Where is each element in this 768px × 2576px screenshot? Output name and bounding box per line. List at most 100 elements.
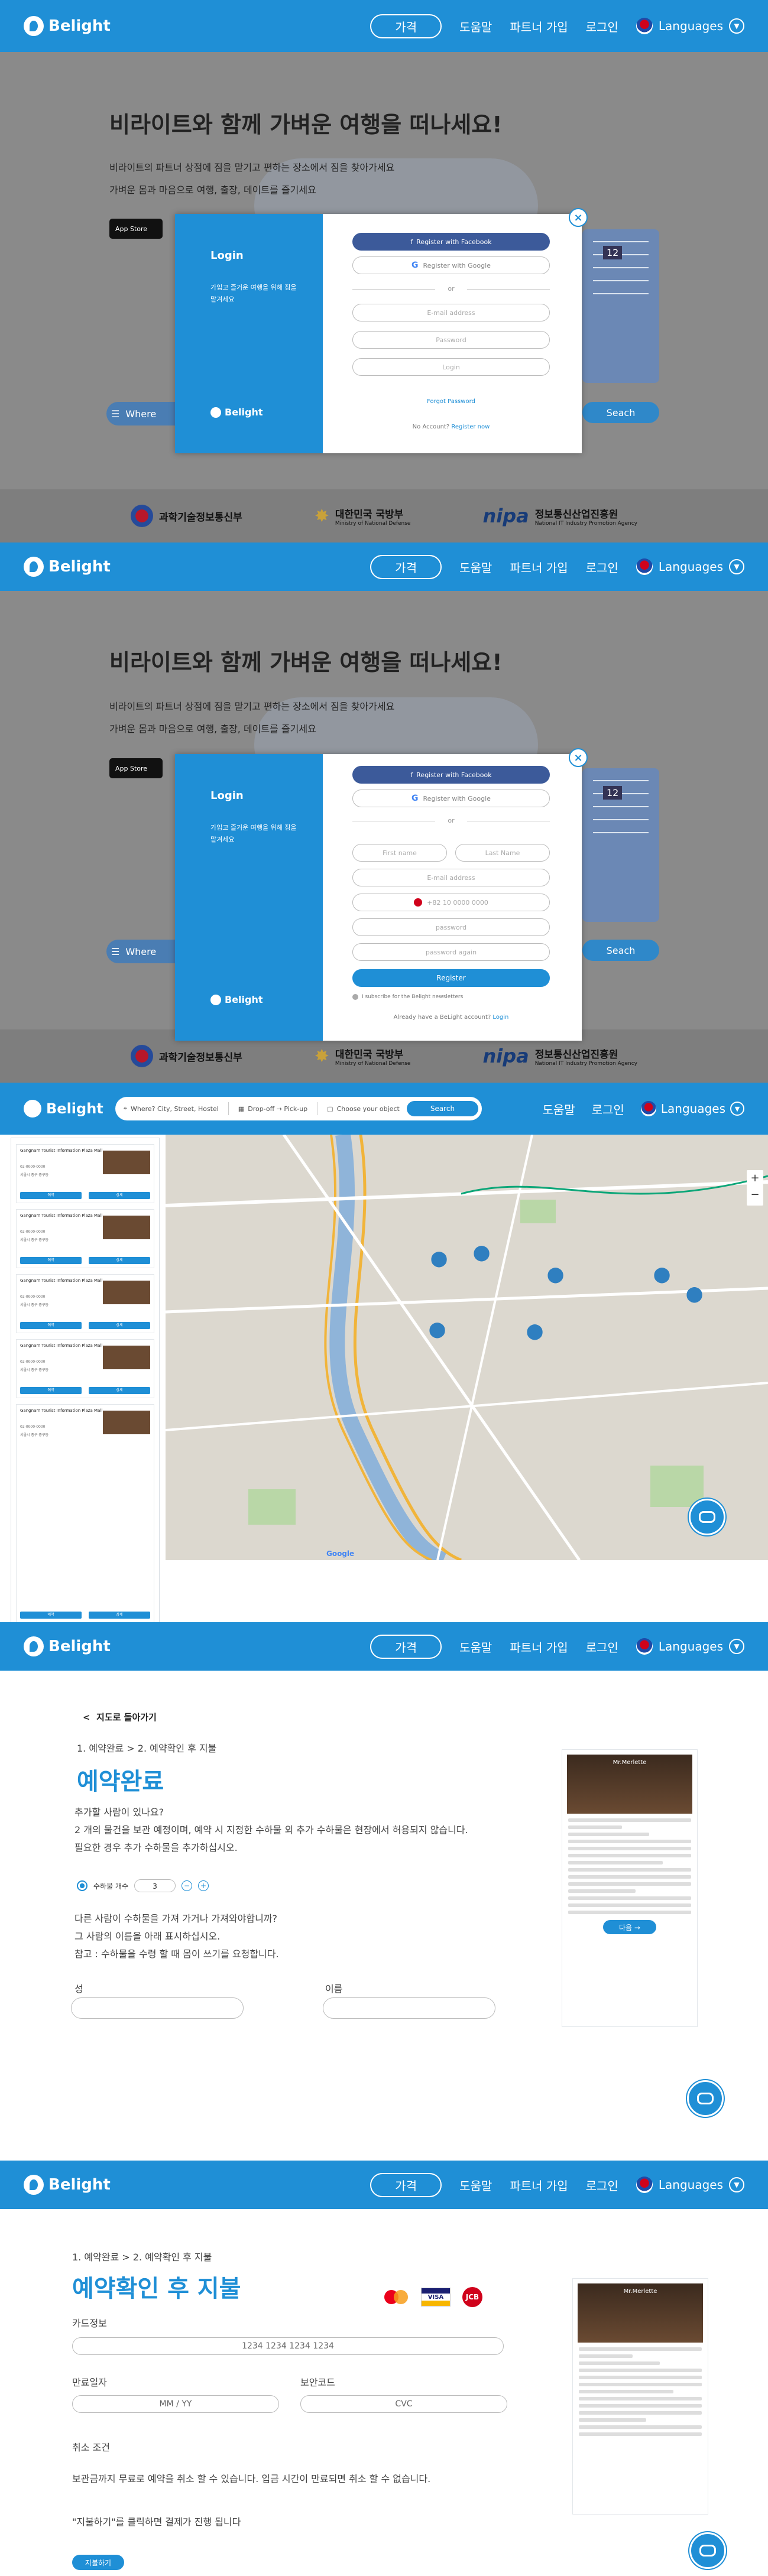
list-item[interactable]: Gangnam Tourist Information Plaza Mall 02… [16,1209,154,1268]
map-marker-icon[interactable]: ⬤ [429,1321,446,1339]
app-store-badge[interactable]: App Store [109,758,163,778]
list-item-expanded[interactable]: Gangnam Tourist Information Plaza Mall 02… [16,1404,154,1623]
brand-logo[interactable]: Belight [24,1636,142,1656]
cvc-input[interactable]: CVC [300,2395,507,2413]
password-field[interactable]: password [352,918,550,936]
card-number-input[interactable]: 1234 1234 1234 1234 [72,2337,504,2355]
map-marker-icon[interactable]: ⬤ [653,1266,670,1284]
map-marker-icon[interactable]: ⬤ [547,1266,564,1284]
object-select[interactable]: Choose your object [337,1105,400,1113]
nav-login[interactable]: 로그인 [592,1100,624,1118]
nav-help[interactable]: 도움말 [459,2177,492,2194]
nav-help[interactable]: 도움말 [459,558,492,576]
hero-search-button[interactable]: Seach [582,940,659,961]
register-button[interactable]: Register [352,969,550,987]
nav-login[interactable]: 로그인 [586,558,618,576]
brand-logo[interactable]: Belight [24,557,142,577]
reserve-button[interactable]: 예약 [20,1322,82,1329]
language-selector[interactable]: Languages ▼ [636,558,744,575]
map-marker-icon[interactable]: ⬤ [473,1244,490,1262]
last-name-field[interactable]: Last Name [455,844,550,862]
facebook-register-button[interactable]: f Register with Facebook [352,766,550,784]
list-item-address: 서울시 종구 중구동 [20,1368,48,1372]
close-icon[interactable]: × [569,748,588,767]
nav-login[interactable]: 로그인 [586,18,618,35]
map-marker-icon[interactable]: ⬤ [686,1285,703,1303]
map-search-button[interactable]: Search [406,1101,479,1116]
google-register-button[interactable]: G Register with Google [352,790,550,807]
nav-partner[interactable]: 파트너 가입 [510,18,568,35]
reserve-button[interactable]: 예약 [20,1387,82,1394]
next-button[interactable]: 다음 → [603,1920,656,1934]
email-field[interactable]: E-mail address [352,304,550,321]
where-input[interactable]: Where? City, Street, Hostel [131,1105,219,1113]
bag-count-input[interactable]: 3 [134,1879,176,1892]
nav-price[interactable]: 가격 [370,2172,442,2197]
language-selector[interactable]: Languages ▼ [636,1638,744,1655]
list-item[interactable]: Gangnam Tourist Information Plaza Mall 02… [16,1339,154,1398]
dates-input[interactable]: Drop-off → Pick-up [248,1105,307,1113]
list-item-title: Gangnam Tourist Information Plaza Mall [20,1148,103,1153]
map-marker-icon[interactable]: ⬤ [526,1323,543,1340]
plus-icon[interactable]: + [198,1880,209,1891]
pay-button[interactable]: 지불하기 [72,2555,124,2570]
nav-help[interactable]: 도움말 [459,1638,492,1655]
nav-partner[interactable]: 파트너 가입 [510,558,568,576]
chat-fab-3[interactable] [689,2532,726,2569]
detail-button[interactable]: 상세 [89,1322,150,1329]
email-field[interactable]: E-mail address [352,869,550,886]
paragraph-1: 2 개의 물건을 보관 예정이며, 예약 시 지정한 수하물 외 추가 수하물은… [74,1824,468,1836]
chat-fab-2[interactable] [687,2080,724,2117]
reserve-button[interactable]: 예약 [20,1192,82,1199]
nav-help[interactable]: 도움말 [542,1100,575,1118]
forgot-password-link[interactable]: Forgot Password [352,398,550,405]
nav-price[interactable]: 가격 [370,1634,442,1659]
map-canvas[interactable]: ⬤ ⬤ ⬤ ⬤ ⬤ ⬤ ⬤ + − Google [166,1135,768,1560]
password-again-field[interactable]: password again [352,943,550,961]
nav-login[interactable]: 로그인 [586,2177,618,2194]
detail-button[interactable]: 상세 [89,1192,150,1199]
brand-logo[interactable]: Belight [24,16,142,36]
app-store-badge[interactable]: App Store [109,219,163,239]
newsletter-checkbox[interactable]: I subscribe for the Belight newsletters [352,994,463,1000]
password-field[interactable]: Password [352,331,550,349]
detail-button[interactable]: 상세 [89,1257,150,1264]
login-button[interactable]: Login [352,358,550,376]
google-register-button[interactable]: G Register with Google [352,256,550,274]
list-item[interactable]: Gangnam Tourist Information Plaza Mall 02… [16,1274,154,1333]
brand-logo[interactable]: Belight [24,1100,103,1118]
phone-field[interactable]: +82 10 0000 0000 [352,894,550,911]
nav-help[interactable]: 도움말 [459,18,492,35]
detail-button[interactable]: 상세 [89,1612,150,1619]
register-now-link[interactable]: Register now [451,424,490,430]
language-selector[interactable]: Languages ▼ [640,1101,744,1116]
nav-partner[interactable]: 파트너 가입 [510,2177,568,2194]
facebook-register-button[interactable]: f Register with Facebook [352,233,550,251]
name-input[interactable] [323,1997,495,2019]
surname-input[interactable] [71,1997,244,2019]
hero-search-button[interactable]: Seach [582,402,659,423]
nav-price[interactable]: 가격 [370,14,442,38]
first-name-field[interactable]: First name [352,844,447,862]
back-to-map-link[interactable]: < 지도로 돌아가기 [83,1711,157,1723]
nav-partner[interactable]: 파트너 가입 [510,1638,568,1655]
language-selector[interactable]: Languages ▼ [636,18,744,34]
language-selector[interactable]: Languages ▼ [636,2177,744,2193]
minus-icon[interactable]: − [182,1880,193,1891]
nav-price[interactable]: 가격 [370,554,442,579]
zoom-controls[interactable]: + − [747,1170,763,1206]
close-icon[interactable]: × [569,208,588,227]
modal-logo: Belight [210,994,263,1005]
brand-logo[interactable]: Belight [24,2175,142,2195]
radio-icon[interactable] [77,1880,88,1891]
login-link[interactable]: Login [492,1014,508,1021]
detail-button[interactable]: 상세 [89,1387,150,1394]
expiry-input[interactable]: MM / YY [72,2395,279,2413]
reserve-button[interactable]: 예약 [20,1612,82,1619]
list-item[interactable]: Gangnam Tourist Information Plaza Mall 02… [16,1144,154,1203]
logo-icon [24,1636,44,1656]
reserve-button[interactable]: 예약 [20,1257,82,1264]
chat-fab-1[interactable] [689,1499,725,1535]
map-marker-icon[interactable]: ⬤ [430,1250,448,1268]
nav-login[interactable]: 로그인 [586,1638,618,1655]
